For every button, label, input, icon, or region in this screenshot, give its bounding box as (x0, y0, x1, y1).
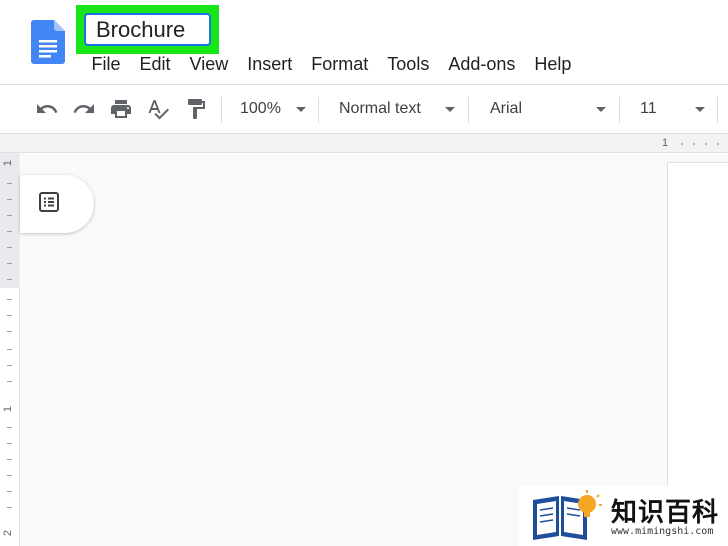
ruler-number: 1 (2, 159, 15, 167)
redo-icon[interactable] (71, 96, 97, 122)
watermark: 知识百科 www.mimingshi.com (519, 486, 728, 546)
zoom-select[interactable]: 100% (240, 96, 281, 124)
watermark-title: 知识百科 (611, 498, 720, 528)
ruler-number: 1 (2, 405, 15, 413)
outline-icon (37, 190, 61, 219)
font-select[interactable]: Arial (490, 96, 522, 124)
menu-view[interactable]: View (180, 49, 238, 77)
paint-format-icon[interactable] (183, 96, 209, 122)
vertical-ruler[interactable]: 1 1 2 (0, 153, 20, 546)
menu-file[interactable]: File (82, 49, 130, 77)
chevron-down-icon[interactable] (695, 107, 705, 112)
title-bar: Brochure File Edit View Insert Format To… (0, 0, 728, 84)
chevron-down-icon[interactable] (296, 107, 306, 112)
chevron-down-icon[interactable] (445, 107, 455, 112)
toolbar: 100% Normal text Arial 11 (0, 84, 728, 134)
document-outline-button[interactable] (20, 175, 94, 233)
menu-bar: File Edit View Insert Format Tools Add-o… (82, 49, 581, 77)
horizontal-ruler[interactable]: 1 (0, 134, 728, 153)
book-lightbulb-logo (533, 490, 602, 540)
ruler-number: 2 (2, 529, 15, 537)
menu-help[interactable]: Help (525, 49, 581, 77)
document-title-input[interactable]: Brochure (84, 13, 211, 46)
menu-insert[interactable]: Insert (238, 49, 302, 77)
spellcheck-icon[interactable] (145, 96, 171, 122)
undo-icon[interactable] (34, 96, 60, 122)
paragraph-style-select[interactable]: Normal text (339, 96, 421, 124)
toolbar-separator (468, 97, 469, 123)
font-size-select[interactable]: 11 (640, 96, 657, 124)
menu-add-ons[interactable]: Add-ons (439, 49, 525, 77)
watermark-url: www.mimingshi.com (611, 526, 714, 537)
ruler-number: 1 (662, 137, 669, 149)
ruler-margin-shade (0, 153, 20, 288)
toolbar-separator (318, 97, 319, 123)
toolbar-separator (619, 97, 620, 123)
print-icon[interactable] (108, 96, 134, 122)
menu-format[interactable]: Format (302, 49, 378, 77)
toolbar-separator (221, 97, 222, 123)
chevron-down-icon[interactable] (596, 107, 606, 112)
menu-edit[interactable]: Edit (130, 49, 180, 77)
docs-logo-icon[interactable] (31, 20, 65, 64)
menu-tools[interactable]: Tools (378, 49, 439, 77)
toolbar-separator (717, 97, 718, 123)
